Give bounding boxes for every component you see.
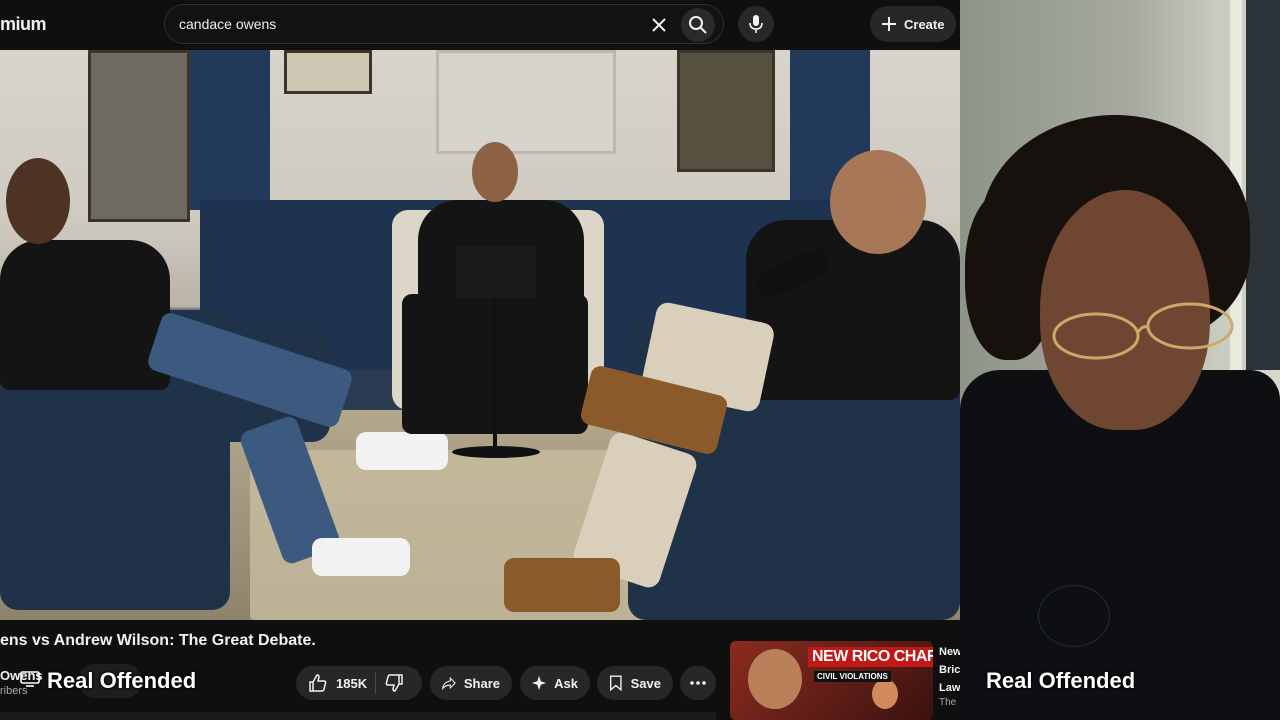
tv-icon xyxy=(20,671,40,687)
more-actions-button[interactable] xyxy=(680,666,716,700)
video-title: ens vs Andrew Wilson: The Great Debate. xyxy=(0,632,316,649)
thumbnail-headline: NEW RICO CHARGES! xyxy=(808,647,933,667)
cam-doorway xyxy=(1246,0,1280,370)
create-label: Create xyxy=(904,16,945,32)
overlay-name-right: Real Offended xyxy=(986,668,1136,693)
recommended-title-line: New xyxy=(939,646,960,658)
more-horizontal-icon xyxy=(690,681,706,685)
recommended-title-line: Law xyxy=(939,682,960,694)
microphone-icon xyxy=(749,15,763,33)
scene-head-left xyxy=(6,158,70,244)
thumbs-up-icon[interactable] xyxy=(308,673,328,693)
search-box[interactable]: candace owens xyxy=(164,4,724,44)
scene-person-left xyxy=(0,240,170,390)
create-button[interactable]: Create xyxy=(870,6,956,42)
scene-shelf-left xyxy=(190,50,270,210)
scene-painting xyxy=(436,50,616,154)
search-input[interactable]: candace owens xyxy=(179,16,276,32)
save-label: Save xyxy=(630,675,661,691)
scene-shoe xyxy=(356,432,448,470)
bookmark-icon xyxy=(610,675,622,692)
save-button[interactable]: Save xyxy=(597,666,673,700)
scene-painting xyxy=(677,50,775,172)
video-player[interactable] xyxy=(0,50,960,620)
shirt-logo xyxy=(1038,585,1110,647)
sparkle-icon xyxy=(532,675,547,691)
share-label: Share xyxy=(463,675,500,691)
recommended-channel: The xyxy=(939,697,957,708)
scene-tablet-stand xyxy=(456,246,536,298)
recommended-title-line: Bric xyxy=(939,664,960,676)
search-icon xyxy=(689,16,707,34)
thumbs-down-icon[interactable] xyxy=(384,673,404,693)
below-video-strip xyxy=(0,712,716,720)
youtube-window: mium candace owens Create ens vs Andrew … xyxy=(0,0,960,720)
scene-boot xyxy=(504,558,620,612)
like-divider xyxy=(375,672,377,694)
like-count[interactable]: 185K xyxy=(336,676,367,691)
close-icon xyxy=(652,18,666,32)
scene-shoe xyxy=(312,538,410,576)
thumbnail-person xyxy=(872,679,898,709)
glasses-icon xyxy=(1052,302,1234,360)
share-button[interactable]: Share xyxy=(430,666,512,700)
thumbnail-person xyxy=(748,649,802,709)
recommended-video-thumbnail[interactable]: NEW RICO CHARGES! CIVIL VIOLATIONS xyxy=(730,641,933,720)
scene-head-center xyxy=(472,142,518,202)
share-icon xyxy=(442,676,456,691)
clear-search-button[interactable] xyxy=(647,13,671,37)
scene-stand-pole xyxy=(493,298,497,448)
recommended-video-title[interactable]: New Bric Law xyxy=(939,643,960,697)
scene-painting xyxy=(88,50,190,222)
plus-icon xyxy=(882,17,896,31)
voice-search-button[interactable] xyxy=(738,6,774,42)
overlay-name-left: Real Offended xyxy=(47,668,197,693)
ask-label: Ask xyxy=(554,675,578,691)
scene-painting xyxy=(284,50,372,94)
top-bar: mium candace owens Create xyxy=(0,0,960,50)
scene-stand-base xyxy=(452,446,540,458)
like-dislike-group: 185K xyxy=(296,666,422,700)
thumbnail-subline: CIVIL VIOLATIONS xyxy=(814,671,891,682)
scene-head-right xyxy=(830,150,926,254)
search-button[interactable] xyxy=(681,8,715,42)
ask-button[interactable]: Ask xyxy=(520,666,590,700)
logo-text[interactable]: mium xyxy=(0,14,47,35)
webcam-feed: Real Offended xyxy=(960,0,1280,720)
